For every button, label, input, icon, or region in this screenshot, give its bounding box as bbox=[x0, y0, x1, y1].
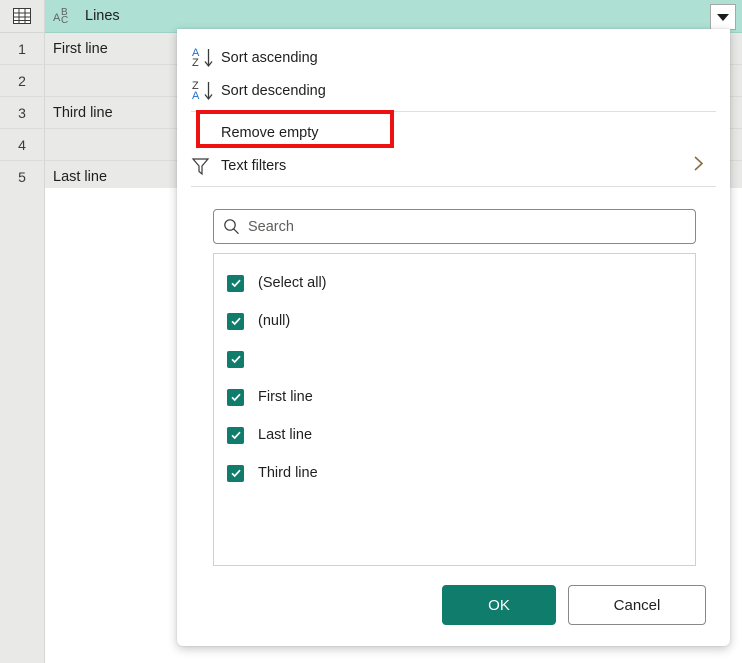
row-number: 2 bbox=[0, 65, 45, 96]
funnel-icon bbox=[191, 156, 221, 176]
menu-separator bbox=[191, 186, 716, 187]
cell-value: First line bbox=[53, 40, 108, 57]
cancel-button[interactable]: Cancel bbox=[568, 585, 706, 625]
dialog-button-row: OK Cancel bbox=[442, 585, 706, 625]
row-number-gutter bbox=[0, 188, 45, 663]
list-item-label: Last line bbox=[258, 427, 313, 443]
checkbox-checked[interactable] bbox=[227, 464, 244, 482]
checkbox-checked[interactable] bbox=[227, 426, 244, 444]
sort-descending-icon: Z A bbox=[191, 79, 221, 103]
row-number: 3 bbox=[0, 97, 45, 128]
column-filter-menu: A Z Sort ascending Z A Sort descending R… bbox=[177, 29, 730, 646]
sort-ascending-icon: A Z bbox=[191, 46, 221, 70]
checkbox-checked[interactable] bbox=[227, 274, 244, 292]
list-item-third-line[interactable]: Third line bbox=[214, 454, 695, 492]
search-input[interactable] bbox=[248, 218, 678, 235]
menu-item-text-filters[interactable]: Text filters bbox=[177, 149, 730, 182]
column-filter-dropdown-button[interactable] bbox=[710, 4, 736, 30]
filter-value-list[interactable]: (Select all) (null) First line Last line bbox=[213, 253, 696, 566]
list-item-null[interactable]: (null) bbox=[214, 302, 695, 340]
checkbox-checked[interactable] bbox=[227, 350, 244, 368]
filter-search-box[interactable] bbox=[213, 209, 696, 244]
menu-item-label: Sort descending bbox=[221, 82, 326, 99]
menu-item-sort-ascending[interactable]: A Z Sort ascending bbox=[177, 41, 730, 74]
list-item-label: (null) bbox=[258, 313, 291, 329]
table-icon bbox=[13, 8, 31, 24]
search-icon bbox=[214, 218, 248, 235]
list-item-label: Third line bbox=[258, 465, 318, 481]
caret-down-icon bbox=[717, 13, 729, 21]
menu-separator bbox=[191, 111, 716, 112]
list-item-last-line[interactable]: Last line bbox=[214, 416, 695, 454]
grid-corner-cell[interactable] bbox=[0, 0, 45, 33]
cell-value: Third line bbox=[53, 104, 113, 121]
list-item-label: First line bbox=[258, 389, 313, 405]
menu-item-label: Text filters bbox=[221, 157, 287, 174]
list-item-first-line[interactable]: First line bbox=[214, 378, 695, 416]
ok-button[interactable]: OK bbox=[442, 585, 556, 625]
menu-item-remove-empty[interactable]: Remove empty bbox=[177, 116, 730, 149]
menu-item-label: Sort ascending bbox=[221, 49, 318, 66]
checkbox-checked[interactable] bbox=[227, 312, 244, 330]
row-number: 4 bbox=[0, 129, 45, 160]
menu-item-label: Remove empty bbox=[221, 124, 319, 141]
chevron-right-icon bbox=[693, 155, 704, 177]
row-number: 1 bbox=[0, 33, 45, 64]
abc-text-type-icon: ABC bbox=[53, 7, 69, 26]
list-item-label: (Select all) bbox=[258, 275, 327, 291]
list-item-select-all[interactable]: (Select all) bbox=[214, 264, 695, 302]
checkbox-checked[interactable] bbox=[227, 388, 244, 406]
cell-value: Last line bbox=[53, 168, 108, 185]
list-item-blank[interactable] bbox=[214, 340, 695, 378]
menu-item-sort-descending[interactable]: Z A Sort descending bbox=[177, 74, 730, 107]
column-header-label: Lines bbox=[85, 8, 120, 24]
